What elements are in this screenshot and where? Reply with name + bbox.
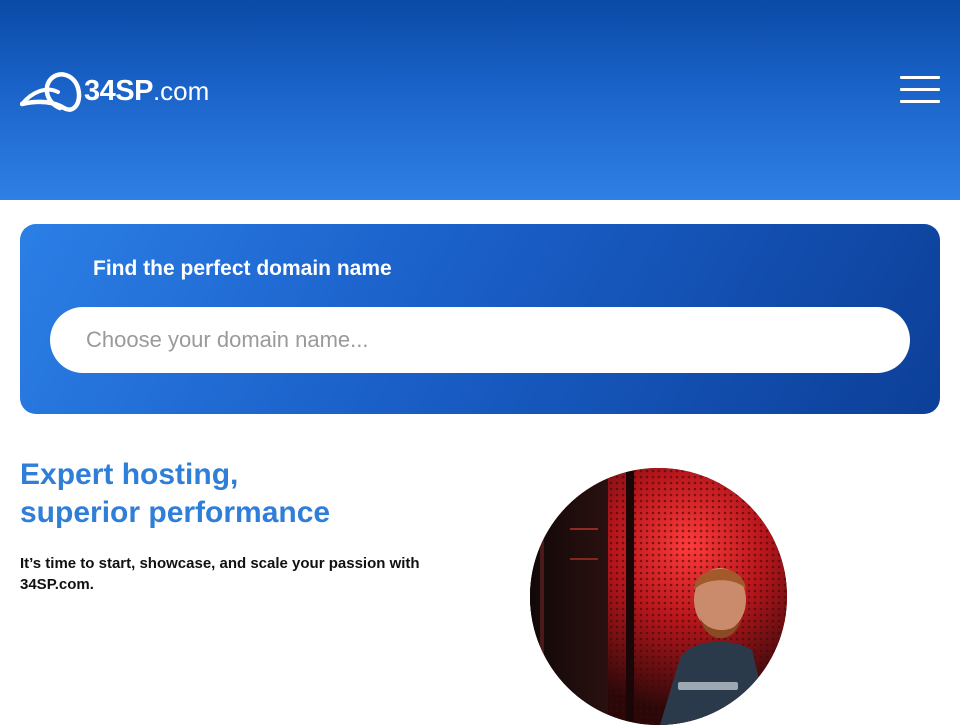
domain-search-input[interactable] <box>50 307 910 373</box>
menu-bar-top <box>900 76 940 79</box>
domain-search-card: Find the perfect domain name <box>20 224 940 414</box>
menu-bar-middle <box>900 88 940 91</box>
hero-photo-illustration <box>530 468 787 725</box>
hero-body-text: It’s time to start, showcase, and scale … <box>20 555 420 593</box>
hamburger-menu-icon[interactable] <box>900 76 940 104</box>
logo-brand-bold: 34SP <box>84 74 153 107</box>
hero-photo-server-technician <box>530 468 787 725</box>
domain-search-heading: Find the perfect domain name <box>93 257 392 280</box>
logo-brand-suffix: .com <box>152 75 210 106</box>
hero-title-line-1: Expert hosting, <box>20 458 239 491</box>
hero-title: Expert hosting, superior performance <box>20 456 480 532</box>
swoosh-logo-icon <box>20 72 82 112</box>
logo-wordmark: 34SP .com <box>84 74 210 107</box>
site-logo[interactable]: 34SP .com <box>20 70 209 112</box>
site-header: 34SP .com <box>0 0 960 200</box>
menu-bar-bottom <box>900 100 940 103</box>
hero-title-line-2: superior performance <box>20 496 331 529</box>
